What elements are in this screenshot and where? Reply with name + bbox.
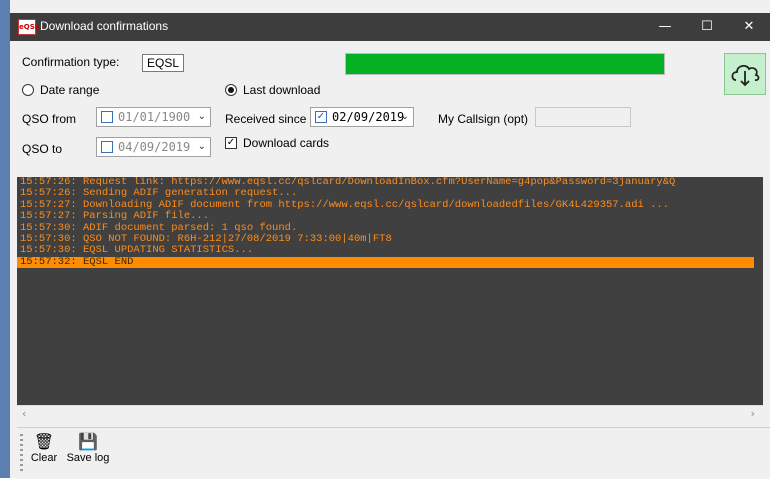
chevron-down-icon: ⌄ [197,141,206,152]
callsign-label: My Callsign (opt) [438,112,529,126]
bottom-toolbar: 🗑 Clear 💾 Save log [17,427,770,479]
chevron-down-icon: ⌄ [400,111,409,122]
date-range-radio[interactable] [22,84,34,96]
close-button[interactable]: ✕ [728,13,770,41]
cloud-download-icon [731,65,760,87]
background-window-edge [0,0,10,478]
log-horizontal-scrollbar[interactable]: ‹ › [17,405,763,423]
log-vertical-scrollbar[interactable] [754,177,763,405]
chevron-down-icon: ⌄ [197,111,206,122]
received-since-label: Received since [225,112,307,126]
confirmation-type-value: EQSL [142,54,185,72]
qso-to-label: QSO to [22,142,63,156]
confirmation-type-label: Confirmation type: [22,55,120,69]
received-since-checkbox[interactable]: ✓ [315,111,327,123]
scroll-left-arrow-icon[interactable]: ‹ [22,407,26,420]
options-panel: Confirmation type: EQSL Date range Last … [10,41,770,175]
log-output[interactable]: 15:57:26: Request link: https://www.eqsl… [17,177,763,405]
date-range-label: Date range [40,83,100,97]
download-confirmations-window: eQSL Download confirmations — ☐ ✕ Confir… [0,0,770,479]
download-button[interactable] [724,53,766,95]
title-bar[interactable]: eQSL Download confirmations — ☐ ✕ [10,13,770,41]
minimize-button[interactable]: — [644,13,686,41]
trash-icon: 🗑 [33,432,55,451]
maximize-button[interactable]: ☐ [686,13,728,41]
log-lines: 15:57:26: Request link: https://www.eqsl… [17,177,763,269]
qso-to-datepicker[interactable]: 04/09/2019 ⌄ [96,137,211,157]
qso-to-checkbox[interactable] [101,141,113,153]
clear-label: Clear [30,452,58,464]
toolbar-grip[interactable] [20,434,23,474]
download-cards-checkbox[interactable]: ✓ [225,137,237,149]
last-download-label: Last download [243,83,321,97]
last-download-radio[interactable] [225,84,237,96]
received-since-value: 02/09/2019 [332,110,405,124]
save-icon: 💾 [78,432,98,451]
save-log-button[interactable]: 💾 Save log [64,432,112,464]
clear-button[interactable]: 🗑 Clear [27,432,61,464]
log-line: 15:57:32: EQSL END [17,256,763,269]
save-log-label: Save log [66,452,110,464]
download-cards-label: Download cards [243,136,330,150]
qso-to-value: 04/09/2019 [118,140,191,154]
window-title: Download confirmations [40,19,169,33]
log-line: 15:57:27: Parsing ADIF file... [20,210,210,223]
qso-from-label: QSO from [22,112,77,126]
eqsl-app-icon: eQSL [18,19,39,35]
callsign-input[interactable] [535,107,631,127]
progress-bar [345,53,665,75]
qso-from-datepicker[interactable]: 01/01/1900 ⌄ [96,107,211,127]
scroll-right-arrow-icon[interactable]: › [751,407,755,420]
qso-from-value: 01/01/1900 [118,110,191,124]
qso-from-checkbox[interactable] [101,111,113,123]
received-since-datepicker[interactable]: ✓ 02/09/2019 ⌄ [310,107,414,127]
